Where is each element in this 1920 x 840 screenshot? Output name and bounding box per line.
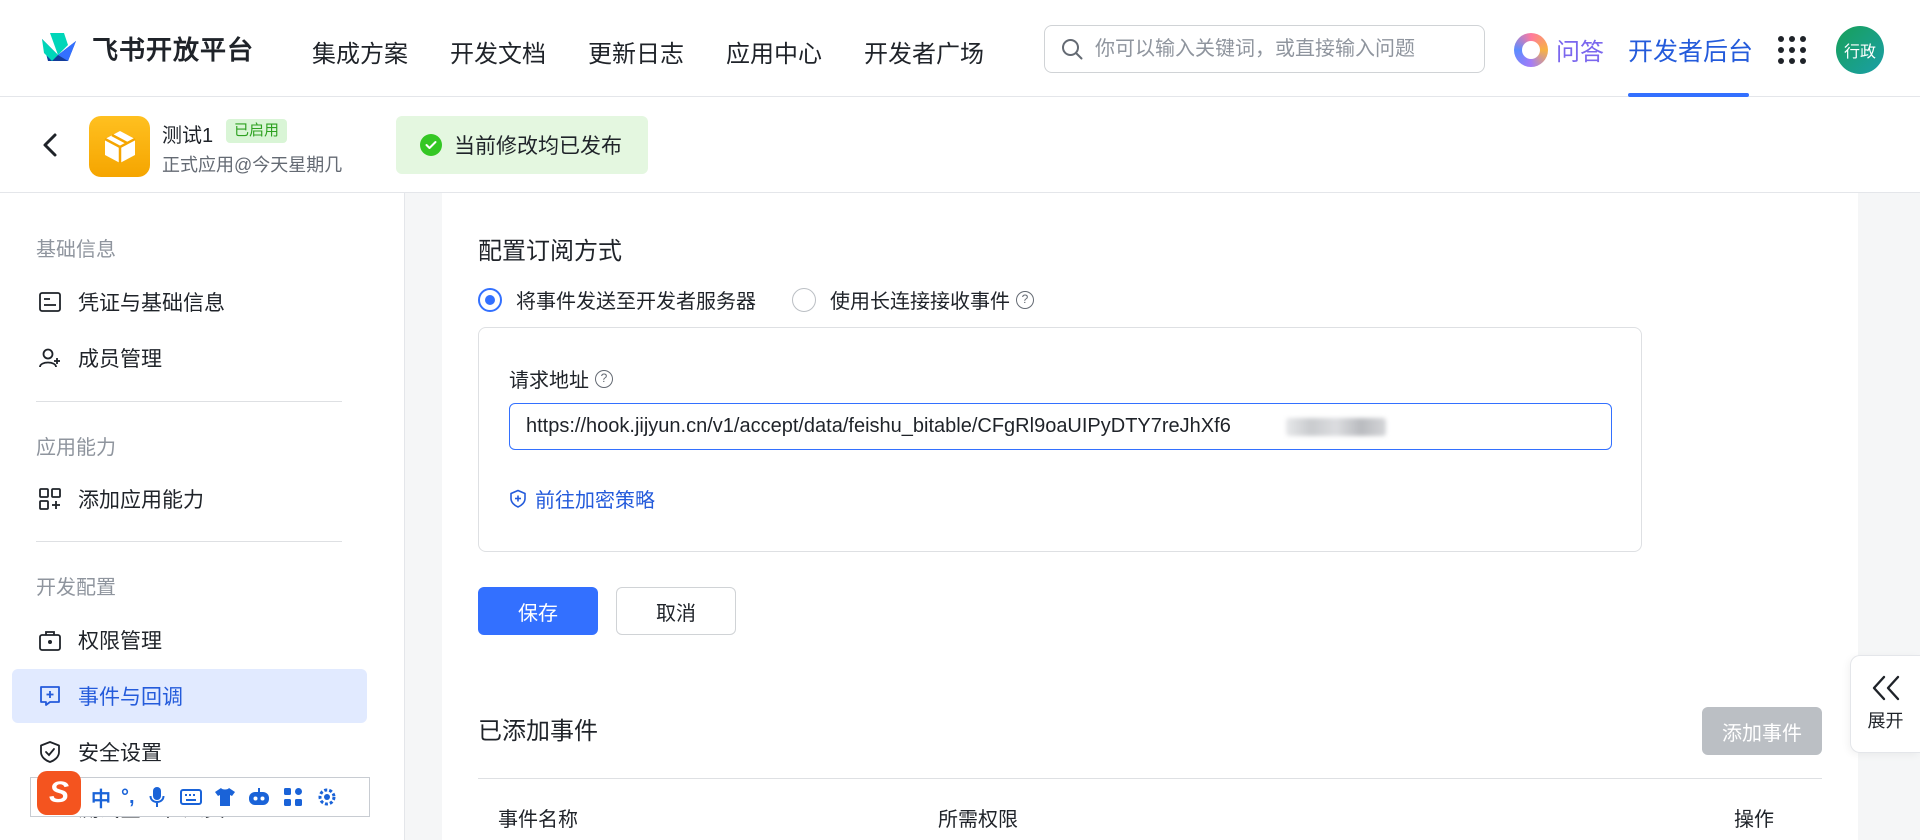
top-navigation: 飞书开放平台 集成方案 开发文档 更新日志 应用中心 开发者广场 问答 开发者后… xyxy=(0,0,1920,97)
nav-item-dev-plaza[interactable]: 开发者广场 xyxy=(864,34,984,69)
subscription-title: 配置订阅方式 xyxy=(478,238,622,265)
sidebar-item-label: 权限管理 xyxy=(78,630,162,653)
brand-logo[interactable]: 飞书开放平台 xyxy=(38,30,254,67)
encryption-strategy-text: 前往加密策略 xyxy=(535,490,655,512)
qa-label: 问答 xyxy=(1556,39,1604,66)
encryption-strategy-link[interactable]: 前往加密策略 xyxy=(509,484,655,513)
column-event-name: 事件名称 xyxy=(498,809,578,831)
radio-server-label[interactable]: 将事件发送至开发者服务器 xyxy=(516,285,756,314)
id-card-icon xyxy=(39,292,61,312)
radio-long-connection[interactable] xyxy=(792,287,816,312)
sidebar-item-members[interactable]: 成员管理 xyxy=(12,331,367,385)
sidebar-item-events-callbacks[interactable]: 事件与回调 xyxy=(12,669,367,723)
sidebar-section-basic: 基础信息 xyxy=(36,239,116,261)
search-box[interactable] xyxy=(1044,25,1485,73)
microphone-icon[interactable] xyxy=(145,785,169,809)
add-app-icon xyxy=(39,488,61,510)
app-icon xyxy=(89,116,150,177)
main-nav: 集成方案 开发文档 更新日志 应用中心 开发者广场 xyxy=(312,34,984,69)
sidebar-divider xyxy=(36,401,342,402)
request-url-label-text: 请求地址 xyxy=(509,370,589,392)
main-content: 配置订阅方式 将事件发送至开发者服务器 使用长连接接收事件 ? 请求地址 ? 前… xyxy=(442,193,1858,840)
sidebar-divider xyxy=(36,541,342,542)
cube-icon xyxy=(103,130,136,163)
save-button[interactable]: 保存 xyxy=(478,587,598,635)
lock-bag-icon xyxy=(39,631,61,651)
radio-server[interactable] xyxy=(478,287,502,312)
app-subtitle: 正式应用@今天星期几 xyxy=(162,155,343,175)
added-events-title: 已添加事件 xyxy=(478,718,598,745)
sogou-logo-icon[interactable]: S xyxy=(37,771,81,815)
app-header: 测试1 已启用 正式应用@今天星期几 当前修改均已发布 xyxy=(0,97,1920,193)
help-icon[interactable]: ? xyxy=(1016,290,1034,309)
ime-toolbar: S 中 °, xyxy=(30,771,370,817)
publish-status-banner: 当前修改均已发布 xyxy=(396,116,648,174)
sidebar-item-add-capability[interactable]: 添加应用能力 xyxy=(12,472,367,526)
radio-long-connection-label[interactable]: 使用长连接接收事件 xyxy=(830,285,1010,314)
user-avatar[interactable]: 行政 xyxy=(1836,26,1884,74)
ime-mode-toggle[interactable]: 中 xyxy=(91,783,111,812)
sidebar-section-dev-config: 开发配置 xyxy=(36,577,116,599)
ai-assistant-icon xyxy=(1514,32,1548,67)
settings-gear-icon[interactable] xyxy=(315,785,339,809)
request-url-input[interactable] xyxy=(509,403,1612,450)
brand-name: 飞书开放平台 xyxy=(92,35,255,65)
cancel-button[interactable]: 取消 xyxy=(616,587,736,635)
redacted-url-part xyxy=(1286,418,1386,436)
apps-grid-icon[interactable] xyxy=(1778,36,1806,64)
skin-shirt-icon[interactable] xyxy=(213,785,237,809)
search-input[interactable] xyxy=(1095,37,1455,61)
qa-button[interactable]: 问答 xyxy=(1514,32,1604,67)
shield-icon xyxy=(40,741,60,763)
ime-punctuation-toggle[interactable]: °, xyxy=(121,786,135,809)
add-user-icon xyxy=(39,348,60,368)
add-event-button[interactable]: 添加事件 xyxy=(1702,707,1822,755)
developer-console-link[interactable]: 开发者后台 xyxy=(1628,32,1753,68)
status-badge: 已启用 xyxy=(226,119,288,143)
keyboard-icon[interactable] xyxy=(179,785,203,809)
request-url-label: 请求地址 ? xyxy=(509,364,613,393)
robot-assistant-icon[interactable] xyxy=(247,785,271,809)
column-actions: 操作 xyxy=(1734,809,1774,831)
search-icon xyxy=(1062,39,1083,60)
toolbox-grid-icon[interactable] xyxy=(281,785,305,809)
help-icon[interactable]: ? xyxy=(595,369,613,388)
back-arrow-icon[interactable] xyxy=(38,129,62,161)
sidebar-item-label: 凭证与基础信息 xyxy=(78,292,225,315)
event-message-icon xyxy=(40,686,60,706)
sidebar: 基础信息 凭证与基础信息 成员管理 应用能力 添加应用能力 开发配置 权限管理 … xyxy=(0,193,405,840)
nav-item-changelog[interactable]: 更新日志 xyxy=(588,34,684,69)
nav-item-docs[interactable]: 开发文档 xyxy=(450,34,546,69)
column-required-permissions: 所需权限 xyxy=(938,809,1018,831)
sidebar-item-label: 添加应用能力 xyxy=(78,489,204,512)
nav-item-solutions[interactable]: 集成方案 xyxy=(312,34,408,69)
expand-label: 展开 xyxy=(1867,711,1904,731)
app-name: 测试1 xyxy=(162,125,214,147)
sidebar-item-credentials[interactable]: 凭证与基础信息 xyxy=(12,275,367,329)
sidebar-item-label: 事件与回调 xyxy=(78,686,183,709)
sidebar-item-permissions[interactable]: 权限管理 xyxy=(12,613,367,667)
sidebar-section-capabilities: 应用能力 xyxy=(36,437,116,459)
events-table-header: 事件名称 所需权限 操作 xyxy=(478,778,1822,840)
publish-status-text: 当前修改均已发布 xyxy=(454,135,622,158)
expand-panel-button[interactable]: 展开 xyxy=(1850,655,1920,753)
feishu-logo-icon xyxy=(42,32,76,61)
shield-plus-icon xyxy=(510,489,526,508)
subscription-mode-group: 将事件发送至开发者服务器 使用长连接接收事件 ? xyxy=(478,285,1034,314)
sidebar-item-label: 成员管理 xyxy=(78,348,162,371)
request-url-card: 请求地址 ? 前往加密策略 xyxy=(478,327,1642,552)
sidebar-item-label: 安全设置 xyxy=(78,742,162,765)
nav-item-app-center[interactable]: 应用中心 xyxy=(726,34,822,69)
double-chevron-left-icon xyxy=(1872,675,1899,701)
check-circle-icon xyxy=(420,134,442,156)
